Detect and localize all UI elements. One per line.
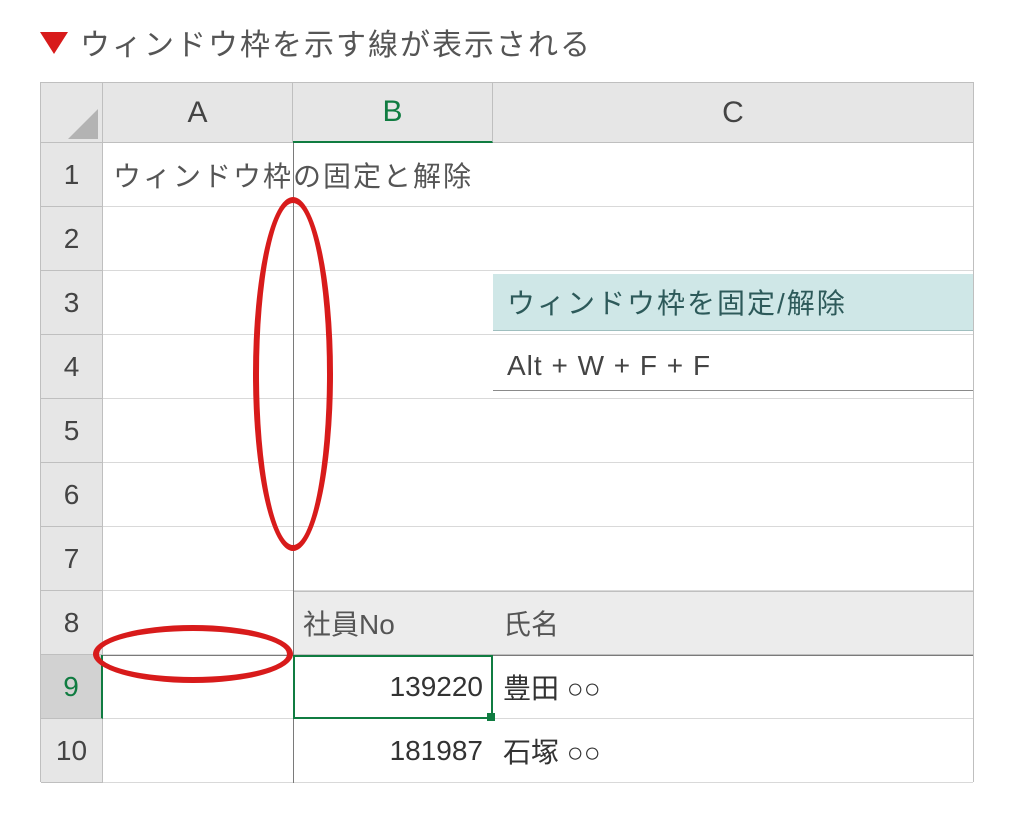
cell-C4[interactable]: Alt + W + F + F [493,335,973,399]
row-3: 3 ウィンドウ枠を固定/解除 [41,271,973,335]
row-7: 7 [41,527,973,591]
callout-title: ウィンドウ枠を固定/解除 [493,274,973,331]
cell-A9[interactable] [103,655,293,719]
row-header-4[interactable]: 4 [41,335,103,399]
cell-A8[interactable] [103,591,293,655]
cell-A2[interactable] [103,207,293,271]
cell-A10[interactable] [103,719,293,783]
cell-C1[interactable] [493,143,973,207]
row-header-8[interactable]: 8 [41,591,103,655]
cell-A1[interactable]: ウィンドウ枠の固定と解除 [103,143,293,207]
column-header-B[interactable]: B [293,83,493,143]
row-header-7[interactable]: 7 [41,527,103,591]
row-5: 5 [41,399,973,463]
row-header-1[interactable]: 1 [41,143,103,207]
select-all-triangle-icon [68,109,98,139]
cell-B5[interactable] [293,399,493,463]
cell-B8[interactable]: 社員No [293,591,493,655]
cell-B1[interactable] [293,143,493,207]
row-header-2[interactable]: 2 [41,207,103,271]
cell-B3[interactable] [293,271,493,335]
row-4: 4 Alt + W + F + F [41,335,973,399]
cell-A6[interactable] [103,463,293,527]
row-6: 6 [41,463,973,527]
figure-caption: ウィンドウ枠を示す線が表示される [40,20,974,64]
row-2: 2 [41,207,973,271]
row-header-5[interactable]: 5 [41,399,103,463]
cell-B2[interactable] [293,207,493,271]
cell-C6[interactable] [493,463,973,527]
row-8: 8 社員No 氏名 [41,591,973,655]
cell-B7[interactable] [293,527,493,591]
cell-C5[interactable] [493,399,973,463]
cell-B4[interactable] [293,335,493,399]
row-9: 9 139220 豊田 ○○ [41,655,973,719]
cell-C9[interactable]: 豊田 ○○ [493,655,973,719]
cell-B6[interactable] [293,463,493,527]
row-1: 1 ウィンドウ枠の固定と解除 [41,143,973,207]
row-header-9[interactable]: 9 [41,655,103,719]
select-all-corner[interactable] [41,83,103,143]
cell-C3[interactable]: ウィンドウ枠を固定/解除 [493,271,973,335]
cell-A7[interactable] [103,527,293,591]
row-header-10[interactable]: 10 [41,719,103,783]
column-header-row: A B C [41,83,973,143]
caption-text: ウィンドウ枠を示す線が表示される [80,20,592,64]
cell-A4[interactable] [103,335,293,399]
cell-A3[interactable] [103,271,293,335]
column-header-A[interactable]: A [103,83,293,143]
cell-B9[interactable]: 139220 [293,655,493,719]
cell-C2[interactable] [493,207,973,271]
column-header-C[interactable]: C [493,83,973,143]
row-header-3[interactable]: 3 [41,271,103,335]
cell-A5[interactable] [103,399,293,463]
cell-C10[interactable]: 石塚 ○○ [493,719,973,783]
cell-C7[interactable] [493,527,973,591]
spreadsheet-area[interactable]: A B C 1 ウィンドウ枠の固定と解除 2 3 [40,82,974,782]
row-10: 10 181987 石塚 ○○ [41,719,973,783]
callout-body: Alt + W + F + F [493,342,973,391]
row-header-6[interactable]: 6 [41,463,103,527]
caption-triangle-icon [40,32,68,54]
cell-B10[interactable]: 181987 [293,719,493,783]
cell-C8[interactable]: 氏名 [493,591,973,655]
